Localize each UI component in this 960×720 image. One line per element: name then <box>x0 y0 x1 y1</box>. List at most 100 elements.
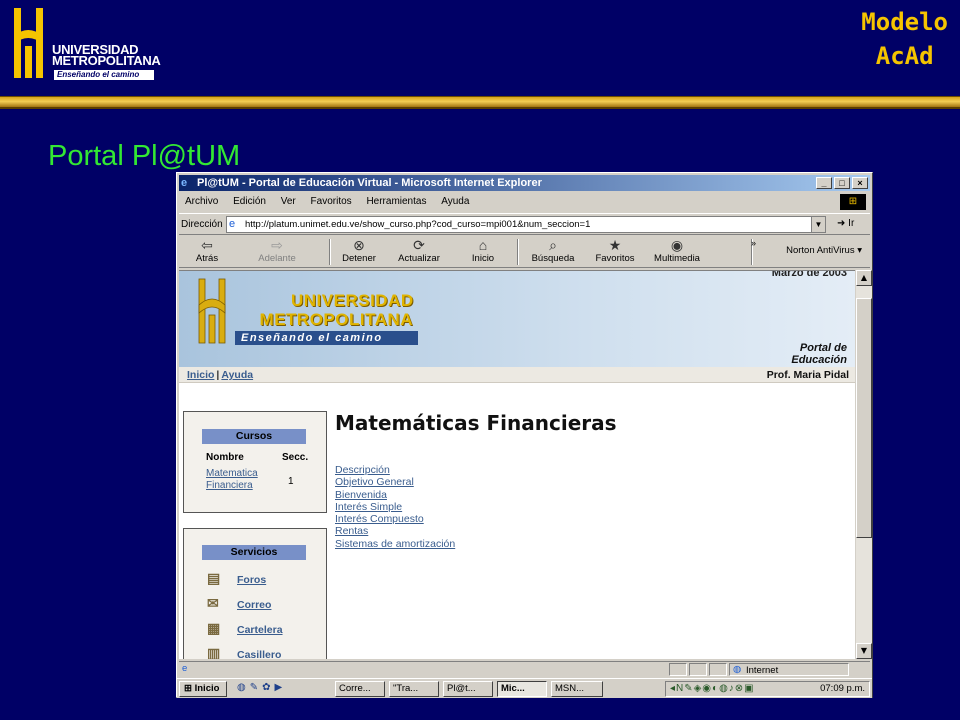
status-bar: e ◍ Internet <box>179 661 870 677</box>
task-button[interactable]: Corre... <box>335 681 385 697</box>
favorites-icon: ★ <box>608 237 622 253</box>
col-nombre: Nombre <box>206 452 244 463</box>
zone-indicator: ◍ Internet <box>729 663 849 676</box>
topic-link[interactable]: Interés Simple <box>335 501 455 513</box>
window-title: Pl@tUM - Portal de Educación Virtual - M… <box>197 177 542 189</box>
cursos-heading: Cursos <box>202 429 306 444</box>
locker-icon: ▥ <box>207 645 221 659</box>
servicio-casillero-link[interactable]: ▥ Casillero <box>207 645 281 659</box>
forward-button[interactable]: ⇨ Adelante <box>249 237 305 265</box>
go-button[interactable]: ➜ Ir <box>837 218 854 229</box>
servicio-correo-link[interactable]: ✉ Correo <box>207 595 271 611</box>
forward-arrow-icon: ⇨ <box>271 237 283 253</box>
search-button[interactable]: ⌕ Búsqueda <box>525 237 581 265</box>
address-input[interactable]: e http://platum.unimet.edu.ve/show_curso… <box>226 216 826 233</box>
slide-university-motto: Enseñando el camino <box>54 70 154 80</box>
address-bar: Dirección e http://platum.unimet.edu.ve/… <box>179 213 870 235</box>
toolbar-overflow-icon[interactable]: » <box>751 238 756 248</box>
nav-ayuda-link[interactable]: Ayuda <box>221 369 253 381</box>
servicio-cartelera-link[interactable]: ▦ Cartelera <box>207 620 283 636</box>
status-page-icon: e <box>182 663 188 674</box>
windows-logo-icon: ⊞ <box>840 194 866 210</box>
bulletin-board-icon: ▦ <box>207 620 221 636</box>
scroll-up-icon[interactable]: ▲ <box>856 270 872 286</box>
address-value: http://platum.unimet.edu.ve/show_curso.p… <box>245 219 591 230</box>
search-icon: ⌕ <box>549 237 557 253</box>
course-link[interactable]: Matematica Financiera <box>206 468 258 492</box>
page-icon: e <box>229 218 236 230</box>
topic-list: Descripción Objetivo General Bienvenida … <box>335 464 455 550</box>
refresh-button[interactable]: ⟳ Actualizar <box>391 237 447 265</box>
slide-university-name: UNIVERSIDAD METROPOLITANA <box>52 42 161 68</box>
scroll-thumb[interactable] <box>856 298 872 538</box>
topic-link[interactable]: Rentas <box>335 525 455 537</box>
mail-icon: ✉ <box>207 595 219 611</box>
banner-university-name: UNIVERSIDAD METROPOLITANA <box>259 291 414 329</box>
address-dropdown-icon[interactable]: ▼ <box>811 217 825 232</box>
menu-herramientas[interactable]: Herramientas <box>366 196 426 207</box>
servicios-panel: Servicios ▤ Foros ✉ Correo ▦ Cartelera ▥ Cas… <box>183 528 327 659</box>
home-button[interactable]: ⌂ Inicio <box>455 237 511 265</box>
taskbar: ⊞ Inicio ◍✎✿▶ Corre... "Tra... Pl@t... M… <box>177 678 872 698</box>
menu-bar: Archivo Edición Ver Favoritos Herramient… <box>179 193 870 211</box>
menu-favoritos[interactable]: Favoritos <box>311 196 352 207</box>
task-button[interactable]: MSN... <box>551 681 603 697</box>
close-button[interactable]: × <box>852 177 868 189</box>
system-tray: ◂N✎◈◉◐◍♪⊗▣ 07:09 p.m. <box>665 681 870 697</box>
topic-link[interactable]: Bienvenida <box>335 489 455 501</box>
scroll-down-icon[interactable]: ▼ <box>856 643 872 659</box>
professor-name: Prof. Maria Pidal <box>766 369 849 381</box>
window-titlebar[interactable]: e Pl@tUM - Portal de Educación Virtual -… <box>179 175 870 191</box>
topic-link[interactable]: Sistemas de amortización <box>335 538 455 550</box>
tray-icons[interactable]: ◂N✎◈◉◐◍♪⊗▣ <box>670 682 755 696</box>
menu-edicion[interactable]: Edición <box>233 196 266 207</box>
forum-icon: ▤ <box>207 570 221 586</box>
standard-toolbar: ⇦ Atrás ⇨ Adelante ⊗ Detener ⟳ Actualizar ⌂ I… <box>179 236 870 268</box>
cursos-panel: Cursos Nombre Secc. Matematica Financier… <box>183 411 327 513</box>
web-content: Marzo de 2003 UNIVERSIDAD METROPOLITANA … <box>179 270 855 659</box>
modelo-acad-label: Modelo AcAd <box>861 8 948 70</box>
task-button[interactable]: "Tra... <box>389 681 439 697</box>
media-icon: ◉ <box>670 237 684 253</box>
start-button[interactable]: ⊞ Inicio <box>179 681 227 697</box>
menu-archivo[interactable]: Archivo <box>185 196 218 207</box>
date-label: Marzo de 2003 <box>771 270 847 279</box>
banner-motto: Enseñando el camino <box>235 331 418 345</box>
back-arrow-icon: ⇦ <box>201 237 213 253</box>
ie-icon: e <box>181 177 188 189</box>
menu-ayuda[interactable]: Ayuda <box>441 196 469 207</box>
stop-icon: ⊗ <box>353 237 365 253</box>
topic-link[interactable]: Descripción <box>335 464 455 476</box>
quick-launch-icons[interactable]: ◍✎✿▶ <box>237 682 286 693</box>
topic-link[interactable]: Interés Compuesto <box>335 513 455 525</box>
browser-window: e Pl@tUM - Portal de Educación Virtual -… <box>176 172 873 698</box>
portal-label: Portal de Educación <box>791 342 847 366</box>
home-icon: ⌂ <box>478 237 488 253</box>
clock: 07:09 p.m. <box>820 683 865 694</box>
refresh-icon: ⟳ <box>413 237 425 253</box>
windows-flag-icon: ⊞ <box>184 683 192 694</box>
col-secc: Secc. <box>282 452 309 463</box>
task-button-active[interactable]: Mic... <box>497 681 547 697</box>
favorites-button[interactable]: ★ Favoritos <box>587 237 643 265</box>
norton-antivirus-button[interactable]: Norton AntiVirus ▾ <box>786 245 862 256</box>
vertical-scrollbar[interactable]: ▲ ▼ <box>856 270 872 659</box>
topic-link[interactable]: Objetivo General <box>335 476 455 488</box>
servicio-foros-link[interactable]: ▤ Foros <box>207 570 266 586</box>
slide-gold-rule <box>0 96 960 109</box>
course-section: 1 <box>288 476 294 487</box>
slide-title: Portal Pl@tUM <box>48 140 241 172</box>
menu-ver[interactable]: Ver <box>281 196 296 207</box>
stop-button[interactable]: ⊗ Detener <box>331 237 387 265</box>
back-button[interactable]: ⇦ Atrás <box>179 237 235 265</box>
slide-header: UNIVERSIDAD METROPOLITANA Enseñando el c… <box>0 0 960 96</box>
site-nav: Inicio | Ayuda Prof. Maria Pidal <box>179 367 855 383</box>
nav-inicio-link[interactable]: Inicio <box>187 369 214 381</box>
globe-icon: ◍ <box>733 664 742 675</box>
address-label: Dirección <box>181 219 223 230</box>
course-title: Matemáticas Financieras <box>335 411 617 435</box>
media-button[interactable]: ◉ Multimedia <box>649 237 705 265</box>
minimize-button[interactable]: _ <box>816 177 832 189</box>
task-button[interactable]: Pl@t... <box>443 681 493 697</box>
maximize-button[interactable]: □ <box>834 177 850 189</box>
